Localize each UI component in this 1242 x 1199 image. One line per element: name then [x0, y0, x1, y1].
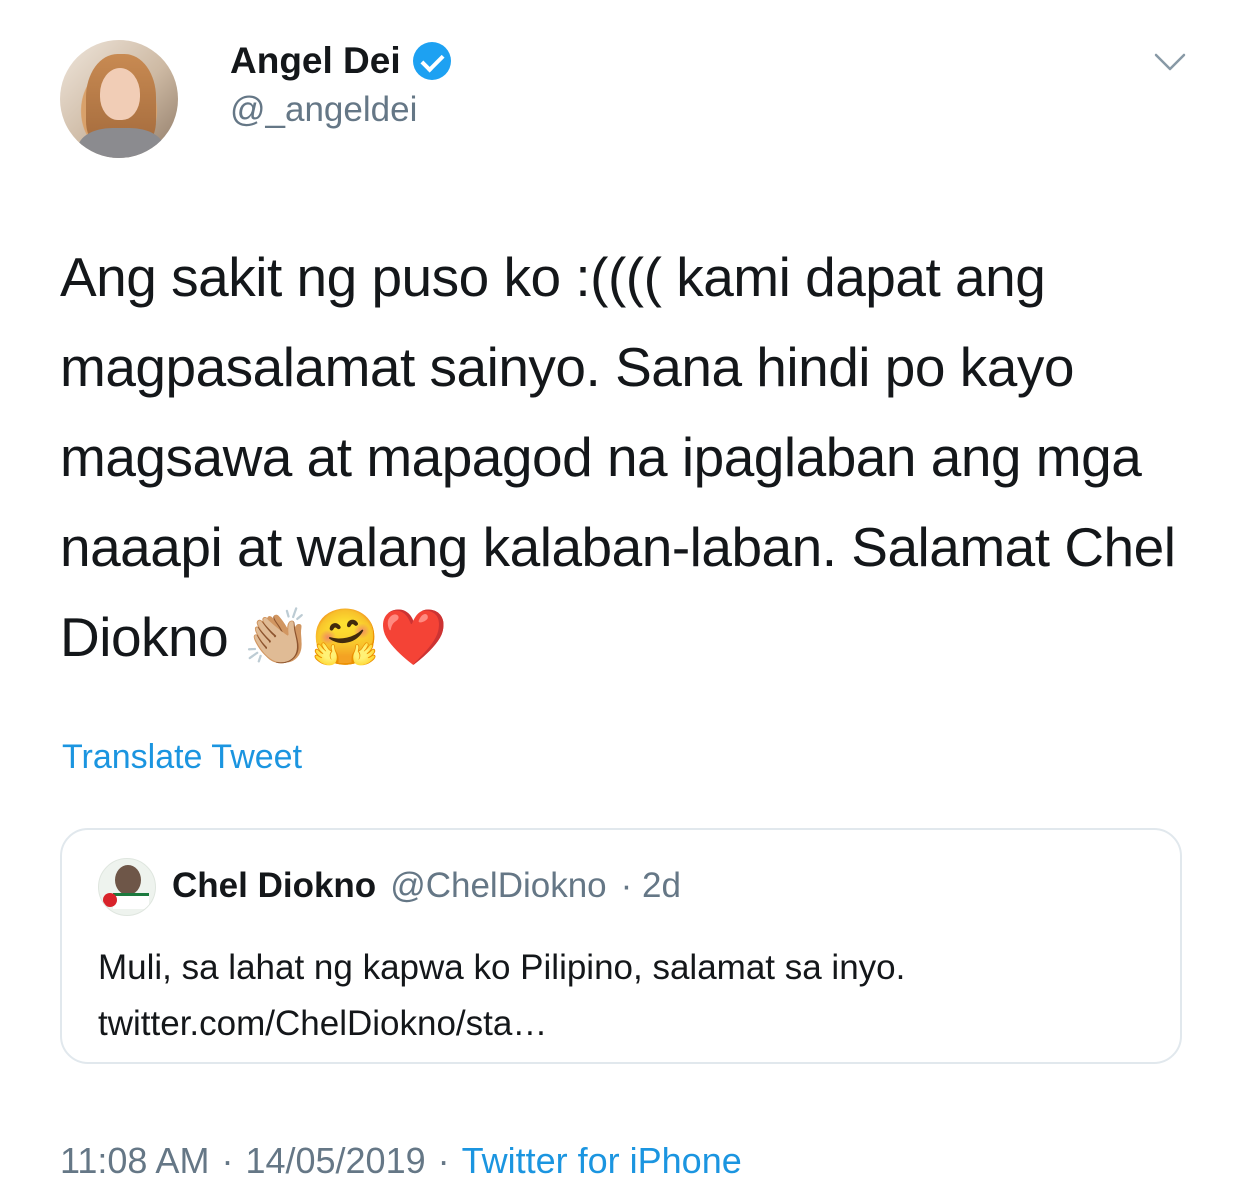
tweet-date: 14/05/2019 — [245, 1140, 426, 1181]
avatar-body — [78, 128, 164, 158]
quoted-avatar-person — [115, 865, 141, 895]
verified-badge-icon — [412, 42, 451, 80]
quoted-avatar-badge — [103, 893, 117, 907]
author-name-row[interactable]: Angel Dei — [230, 40, 451, 82]
footer-separator: · — [221, 1140, 234, 1181]
translate-tweet-link[interactable]: Translate Tweet — [62, 738, 302, 777]
quoted-avatar-logo — [113, 893, 149, 909]
author-avatar[interactable] — [60, 40, 178, 158]
quoted-text: Muli, sa lahat ng kapwa ko Pilipino, sal… — [98, 948, 906, 1043]
chevron-down-icon[interactable] — [1154, 52, 1186, 72]
tweet-time: 11:08 AM — [60, 1140, 210, 1181]
tweet-footer: 11:08 AM · 14/05/2019 · Twitter for iPho… — [60, 1140, 742, 1182]
quoted-time: · 2d — [620, 866, 681, 905]
quoted-header: Chel Diokno @ChelDiokno · 2d — [172, 866, 681, 906]
quoted-handle: @ChelDiokno — [390, 866, 607, 905]
author-handle[interactable]: @_angeldei — [230, 90, 417, 130]
tweet-text: Ang sakit ng puso ko :(((( kami dapat an… — [60, 246, 1176, 668]
quoted-tweet[interactable]: Chel Diokno @ChelDiokno · 2d Muli, sa la… — [60, 828, 1182, 1064]
author-name[interactable]: Angel Dei — [230, 40, 401, 82]
tweet-source-link[interactable]: Twitter for iPhone — [462, 1140, 742, 1182]
footer-separator: · — [437, 1140, 450, 1181]
avatar-face — [100, 68, 140, 120]
tweet-detail: Angel Dei @_angeldei Ang sakit ng puso k… — [0, 0, 1242, 1199]
quoted-avatar — [98, 858, 156, 916]
quoted-name: Chel Diokno — [172, 866, 377, 905]
